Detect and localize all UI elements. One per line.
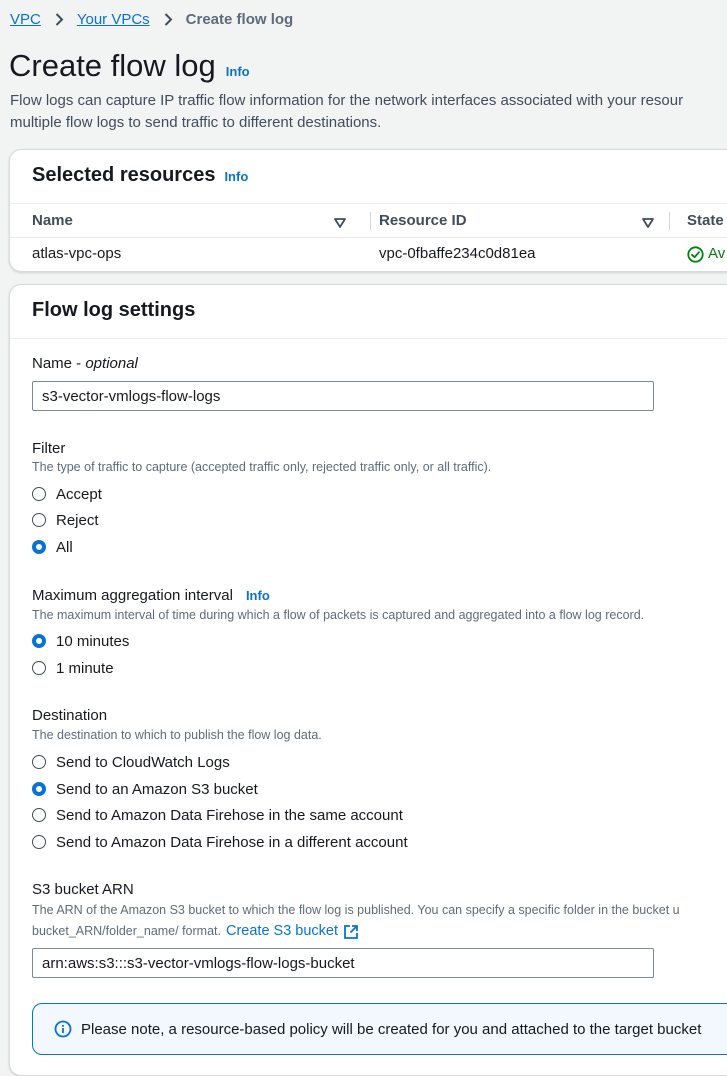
aggregation-option-10-minutes[interactable]: 10 minutes <box>32 631 129 651</box>
page-title-text: Create flow log <box>9 48 216 83</box>
filter-option-label: All <box>56 538 73 556</box>
chevron-right-icon <box>55 13 64 26</box>
create-s3-bucket-link[interactable]: Create S3 bucket <box>226 921 338 942</box>
page-title: Create flow log Info <box>9 46 250 92</box>
filter-label: Filter <box>32 440 66 457</box>
flow-log-settings-header: Flow log settings <box>10 285 727 339</box>
policy-notice-text: Please note, a resource-based policy wil… <box>81 1020 702 1038</box>
filter-option-label: Accept <box>56 485 102 503</box>
destination-option-firehose-different[interactable]: Send to Amazon Data Firehose in a differ… <box>32 832 408 852</box>
aggregation-description: The maximum interval of time during whic… <box>32 608 645 622</box>
flow-log-settings-title: Flow log settings <box>32 299 196 321</box>
column-header-state[interactable]: State <box>687 204 724 237</box>
column-header-resource-id[interactable]: Resource ID <box>379 204 669 237</box>
name-optional-text: optional <box>85 355 138 372</box>
table-row: atlas-vpc-ops vpc-0fbaffe234c0d81ea Av <box>10 238 727 270</box>
resource-state-text: Av <box>708 245 726 262</box>
filter-option-label: Reject <box>56 511 99 529</box>
policy-notice: Please note, a resource-based policy wil… <box>32 1003 727 1055</box>
radio-unchecked[interactable] <box>32 487 46 501</box>
check-circle-icon <box>687 245 704 263</box>
page-description-line-1: Flow logs can capture IP traffic flow in… <box>10 92 684 109</box>
destination-option-label: Send to Amazon Data Firehose in a differ… <box>56 833 408 851</box>
chevron-right-icon <box>164 13 173 26</box>
filter-option-all[interactable]: All <box>32 537 73 557</box>
s3-arn-input[interactable] <box>32 948 654 978</box>
radio-unchecked[interactable] <box>32 835 46 849</box>
page-info-link[interactable]: Info <box>226 52 250 92</box>
external-link-icon[interactable] <box>343 924 359 940</box>
s3-arn-description-line-2: bucket_ARN/folder_name/ format. Create S… <box>32 921 359 942</box>
destination-option-label: Send to Amazon Data Firehose in the same… <box>56 806 403 824</box>
breadcrumb-vpc-link[interactable]: VPC <box>10 11 41 28</box>
radio-unchecked[interactable] <box>32 513 46 527</box>
aggregation-option-label: 1 minute <box>56 659 114 677</box>
destination-option-label: Send to CloudWatch Logs <box>56 753 230 771</box>
name-field-label: Name - optional <box>32 355 138 372</box>
destination-option-firehose-same[interactable]: Send to Amazon Data Firehose in the same… <box>32 805 403 825</box>
aggregation-info-link[interactable]: Info <box>246 588 270 603</box>
resource-state-cell: Av <box>687 238 725 270</box>
breadcrumb: VPC Your VPCs Create flow log <box>10 11 293 28</box>
radio-unchecked[interactable] <box>32 755 46 769</box>
name-label-text: Name - <box>32 355 86 372</box>
selected-resources-header: Selected resources Info <box>10 150 727 200</box>
radio-unchecked[interactable] <box>32 808 46 822</box>
selected-resources-title: Selected resources <box>32 164 216 186</box>
flow-log-settings-panel: Flow log settings Name - optional Filter… <box>9 284 727 1076</box>
info-circle-icon <box>54 1020 72 1038</box>
destination-option-cloudwatch[interactable]: Send to CloudWatch Logs <box>32 752 230 772</box>
breadcrumb-your-vpcs-link[interactable]: Your VPCs <box>77 11 150 28</box>
name-input[interactable] <box>32 381 654 411</box>
column-divider[interactable] <box>669 212 670 230</box>
s3-arn-description-line-1: The ARN of the Amazon S3 bucket to which… <box>32 903 680 917</box>
aggregation-label: Maximum aggregation interval Info <box>32 587 270 604</box>
filter-option-accept[interactable]: Accept <box>32 484 102 504</box>
page-description-line-2: multiple flow logs to send traffic to di… <box>10 114 382 131</box>
aggregation-option-label: 10 minutes <box>56 632 130 650</box>
sort-down-icon[interactable] <box>642 215 654 228</box>
destination-option-s3[interactable]: Send to an Amazon S3 bucket <box>32 779 258 799</box>
radio-checked[interactable] <box>32 540 46 554</box>
filter-option-reject[interactable]: Reject <box>32 510 99 530</box>
resource-name-cell: atlas-vpc-ops <box>32 245 122 262</box>
column-divider[interactable] <box>370 212 371 230</box>
selected-resources-info-link[interactable]: Info <box>224 152 248 202</box>
aggregation-option-1-minute[interactable]: 1 minute <box>32 658 114 678</box>
destination-label: Destination <box>32 707 108 724</box>
page-description: Flow logs can capture IP traffic flow in… <box>10 90 727 134</box>
filter-description: The type of traffic to capture (accepted… <box>32 460 492 474</box>
destination-description: The destination to which to publish the … <box>32 728 322 742</box>
column-header-name[interactable]: Name <box>32 204 352 237</box>
selected-resources-panel: Selected resources Info Name Resource ID… <box>9 149 727 272</box>
resources-table-header: Name Resource ID State <box>10 203 727 238</box>
sort-down-icon[interactable] <box>334 215 346 228</box>
s3-arn-format-text: bucket_ARN/folder_name/ format. <box>32 924 221 938</box>
radio-checked[interactable] <box>32 634 46 648</box>
aggregation-label-text: Maximum aggregation interval <box>32 587 233 604</box>
radio-unchecked[interactable] <box>32 661 46 675</box>
breadcrumb-current: Create flow log <box>185 11 294 28</box>
radio-checked[interactable] <box>32 782 46 796</box>
s3-arn-label: S3 bucket ARN <box>32 881 134 898</box>
resource-id-cell: vpc-0fbaffe234c0d81ea <box>379 245 536 262</box>
destination-option-label: Send to an Amazon S3 bucket <box>56 780 258 798</box>
